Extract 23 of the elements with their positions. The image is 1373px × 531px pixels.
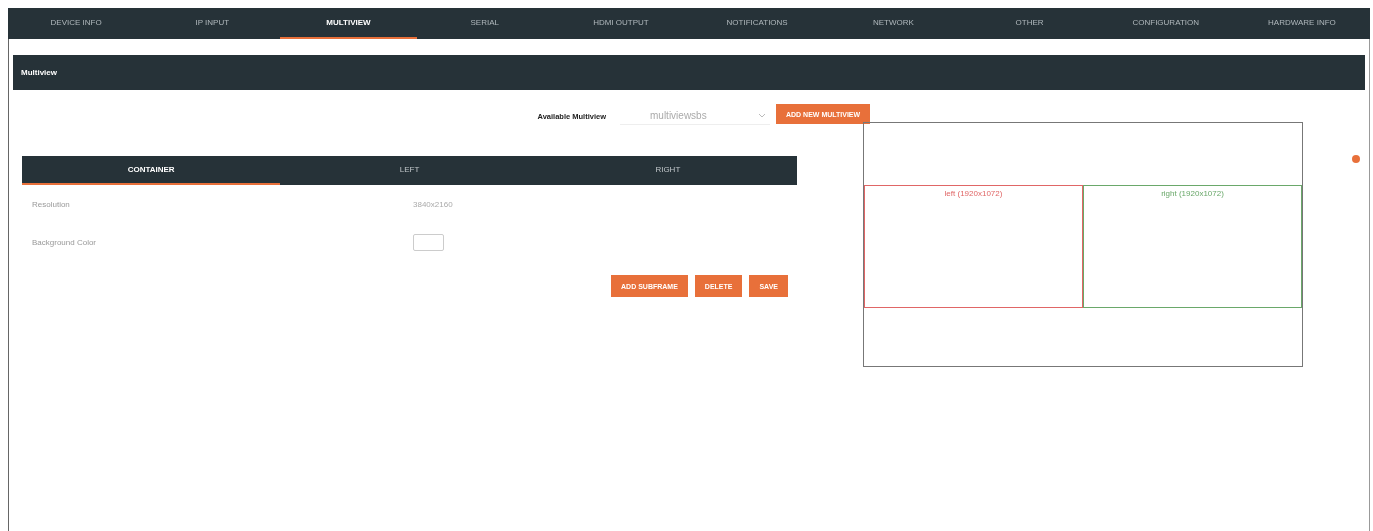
- field-label: Background Color: [32, 237, 98, 247]
- help-icon[interactable]: [1352, 155, 1360, 163]
- nav-tab[interactable]: CONFIGURATION: [1097, 8, 1234, 39]
- sub-tab[interactable]: LEFT: [280, 156, 539, 185]
- subframe-label: right (1920x1072): [1161, 189, 1224, 199]
- field-label: Resolution: [32, 199, 71, 209]
- section-title: Multiview: [21, 68, 57, 77]
- nav-tab[interactable]: IP INPUT: [144, 8, 281, 39]
- chevron-down-icon: [758, 113, 766, 118]
- nav-tab[interactable]: MULTIVIEW: [280, 8, 417, 39]
- nav-tab[interactable]: HARDWARE INFO: [1233, 8, 1371, 39]
- subframe[interactable]: left (1920x1072): [864, 185, 1083, 308]
- nav-tab[interactable]: NETWORK: [825, 8, 962, 39]
- nav-tab[interactable]: OTHER: [961, 8, 1098, 39]
- sub-tab[interactable]: RIGHT: [538, 156, 797, 185]
- color-swatch[interactable]: [413, 233, 444, 251]
- nav-tab[interactable]: HDMI OUTPUT: [552, 8, 689, 39]
- nav-tab[interactable]: DEVICE INFO: [8, 8, 145, 39]
- sub-tab[interactable]: CONTAINER: [22, 156, 281, 185]
- subframe-label: left (1920x1072): [944, 189, 1003, 199]
- field-value: 3840x2160: [413, 199, 453, 209]
- nav-tab[interactable]: SERIAL: [416, 8, 553, 39]
- nav-tab[interactable]: NOTIFICATIONS: [689, 8, 826, 39]
